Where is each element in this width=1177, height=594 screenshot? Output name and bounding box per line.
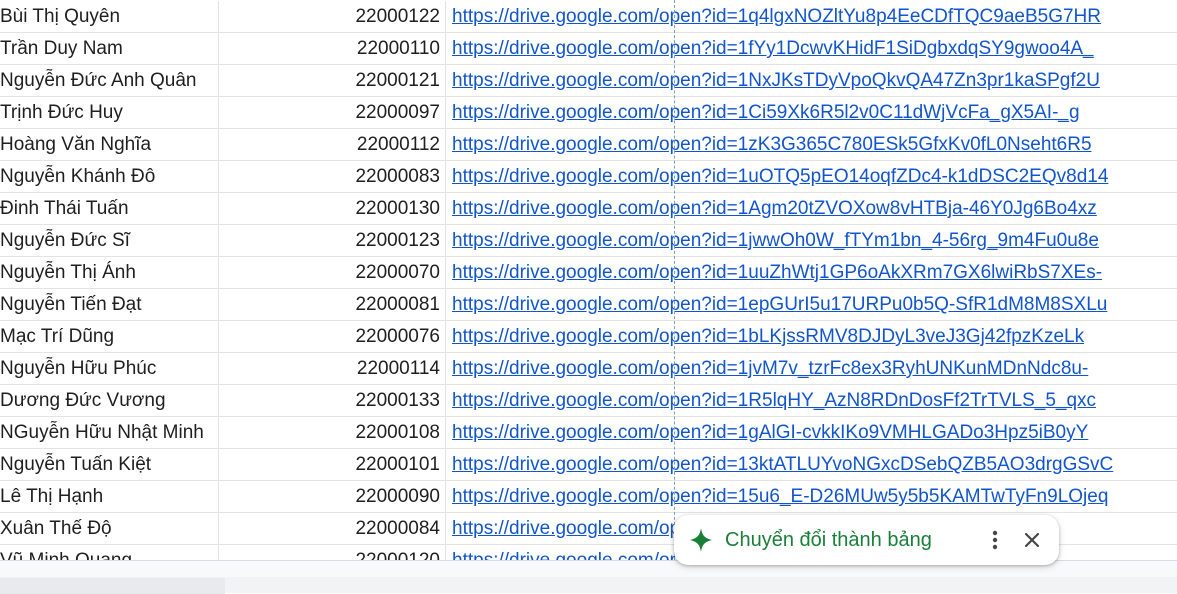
table-row: Trần Duy Nam 22000110 https://drive.google… — [0, 33, 1177, 65]
cell-student-name[interactable]: Nguyễn Đức Anh Quân — [0, 65, 219, 96]
cell-student-name[interactable]: Xuân Thế Độ — [0, 513, 219, 544]
cell-drive-link[interactable]: https://drive.google.com/open?id=13ktATL… — [446, 449, 1177, 480]
convert-to-table-chip[interactable]: Chuyển đổi thành bảng — [674, 515, 1059, 565]
table-row: NGuyễn Hữu Nhật Minh 22000108 https://driv… — [0, 417, 1177, 449]
cell-student-name[interactable]: Hoàng Văn Nghĩa — [0, 129, 219, 160]
drive-link[interactable]: https://drive.google.com/open?id=1epGUrI… — [452, 294, 1107, 315]
table-row: Lê Thị Hạnh 22000090 https://drive.google.… — [0, 481, 1177, 513]
drive-link[interactable]: https://drive.google.com/open?id=15u6_E-… — [452, 486, 1108, 507]
table-row: Nguyễn Hữu Phúc 22000114 https://drive.goo… — [0, 353, 1177, 385]
cell-drive-link[interactable]: https://drive.google.com/open?id=15u6_E-… — [446, 481, 1177, 512]
close-icon[interactable] — [1018, 526, 1046, 554]
cell-drive-link[interactable]: https://drive.google.com/open?id=1zK3G36… — [446, 129, 1177, 160]
table-row: Mạc Trí Dũng 22000076 https://drive.google… — [0, 321, 1177, 353]
table-row: Nguyễn Tuấn Kiệt 22000101 https://drive.go… — [0, 449, 1177, 481]
cell-student-name[interactable]: Mạc Trí Dũng — [0, 321, 219, 352]
drive-link[interactable]: https://drive.google.com/open?id=1fYy1Dc… — [452, 38, 1094, 59]
cell-student-id[interactable]: 22000120 — [219, 545, 446, 560]
cell-drive-link[interactable]: https://drive.google.com/open?id=1fYy1Dc… — [446, 33, 1177, 64]
cell-student-id[interactable]: 22000112 — [219, 129, 446, 160]
drive-link[interactable]: https://drive.google.com/open?id=1Ci59Xk… — [452, 102, 1080, 123]
spreadsheet-grid: Bùi Thị Quyên 22000122 https://drive.googl… — [0, 0, 1177, 560]
cell-student-id[interactable]: 22000121 — [219, 65, 446, 96]
cell-student-id[interactable]: 22000101 — [219, 449, 446, 480]
drive-link[interactable]: https://drive.google.com/open?id=1zK3G36… — [452, 134, 1092, 155]
cell-drive-link[interactable]: https://drive.google.com/open?id=1uOTQ5p… — [446, 161, 1177, 192]
cell-student-id[interactable]: 22000114 — [219, 353, 446, 384]
cell-student-name[interactable]: Trần Duy Nam — [0, 33, 219, 64]
table-row: Nguyễn Đức Sĩ 22000123 https://drive.googl… — [0, 225, 1177, 257]
cell-drive-link[interactable]: https://drive.google.com/open?id=1Agm20t… — [446, 193, 1177, 224]
cell-student-id[interactable]: 22000110 — [219, 33, 446, 64]
cell-student-name[interactable]: Nguyễn Khánh Đô — [0, 161, 219, 192]
convert-to-table-button[interactable]: Chuyển đổi thành bảng — [725, 515, 932, 565]
cell-student-id[interactable]: 22000083 — [219, 161, 446, 192]
cell-drive-link[interactable]: https://drive.google.com/open?id=1jvM7v_… — [446, 353, 1177, 384]
cell-drive-link[interactable]: https://drive.google.com/open?id=1uuZhWt… — [446, 257, 1177, 288]
sparkle-icon — [690, 528, 712, 552]
drive-link[interactable]: https://drive.google.com/open?id=1R5lqHY… — [452, 390, 1096, 411]
cell-drive-link[interactable]: https://drive.google.com/open?id=1gAlGI-… — [446, 417, 1177, 448]
cell-student-name[interactable]: Bùi Thị Quyên — [0, 1, 219, 32]
cell-student-name[interactable]: Nguyễn Tuấn Kiệt — [0, 449, 219, 480]
cell-student-id[interactable]: 22000097 — [219, 97, 446, 128]
cell-student-id[interactable]: 22000076 — [219, 321, 446, 352]
drive-link[interactable]: https://drive.google.com/open?id=1bLKjss… — [452, 326, 1084, 347]
drive-link[interactable]: https://drive.google.com/open?id=1q4lgxN… — [452, 6, 1101, 27]
cell-drive-link[interactable]: https://drive.google.com/open?id=1jwwOh0… — [446, 225, 1177, 256]
table-row: Nguyễn Thị Ánh 22000070 https://drive.goog… — [0, 257, 1177, 289]
scrollbar-thumb[interactable] — [0, 578, 225, 594]
cell-student-id[interactable]: 22000122 — [219, 1, 446, 32]
cell-student-id[interactable]: 22000081 — [219, 289, 446, 320]
drive-link[interactable]: https://drive.google.com/open?id=1gAlGI-… — [452, 422, 1088, 443]
table-row: Bùi Thị Quyên 22000122 https://drive.googl… — [0, 1, 1177, 33]
cell-drive-link[interactable]: https://drive.google.com/open?id=1Ci59Xk… — [446, 97, 1177, 128]
cell-student-id[interactable]: 22000130 — [219, 193, 446, 224]
drive-link[interactable]: https://drive.google.com/open?id=1jvM7v_… — [452, 358, 1088, 379]
drive-link[interactable]: https://drive.google.com/open?id=1uOTQ5p… — [452, 166, 1108, 187]
table-row: Đinh Thái Tuấn 22000130 https://drive.goog… — [0, 193, 1177, 225]
drive-link[interactable]: https://drive.google.com/open?id=13ktATL… — [452, 454, 1113, 475]
cell-student-id[interactable]: 22000090 — [219, 481, 446, 512]
cell-student-name[interactable]: Nguyễn Tiến Đạt — [0, 289, 219, 320]
cell-student-id[interactable]: 22000133 — [219, 385, 446, 416]
cell-student-name[interactable]: Nguyễn Hữu Phúc — [0, 353, 219, 384]
cell-drive-link[interactable]: https://drive.google.com/open?id=1NxJKsT… — [446, 65, 1177, 96]
cell-student-name[interactable]: Đinh Thái Tuấn — [0, 193, 219, 224]
cell-student-name[interactable]: Trịnh Đức Huy — [0, 97, 219, 128]
cell-student-name[interactable]: Vũ Minh Quang — [0, 545, 219, 560]
cell-student-name[interactable]: Nguyễn Thị Ánh — [0, 257, 219, 288]
cell-drive-link[interactable]: https://drive.google.com/open?id=1R5lqHY… — [446, 385, 1177, 416]
cell-student-name[interactable]: Nguyễn Đức Sĩ — [0, 225, 219, 256]
cell-drive-link[interactable]: https://drive.google.com/open?id=1q4lgxN… — [446, 1, 1177, 32]
table-row: Nguyễn Khánh Đô 22000083 https://drive.goo… — [0, 161, 1177, 193]
cell-drive-link[interactable]: https://drive.google.com/open?id=1bLKjss… — [446, 321, 1177, 352]
cell-student-name[interactable]: Dương Đức Vương — [0, 385, 219, 416]
drive-link[interactable]: https://drive.google.com/open?id=1uuZhWt… — [452, 262, 1102, 283]
table-row: Dương Đức Vương 22000133 https://drive.goo… — [0, 385, 1177, 417]
table-row: Nguyễn Tiến Đạt 22000081 https://drive.goo… — [0, 289, 1177, 321]
drive-link[interactable]: https://drive.google.com/open?id=1Agm20t… — [452, 198, 1097, 219]
table-row: Nguyễn Đức Anh Quân 22000121 https://drive… — [0, 65, 1177, 97]
table-row: Hoàng Văn Nghĩa 22000112 https://drive.goo… — [0, 129, 1177, 161]
cell-student-id[interactable]: 22000070 — [219, 257, 446, 288]
cell-student-id[interactable]: 22000084 — [219, 513, 446, 544]
cell-student-name[interactable]: NGuyễn Hữu Nhật Minh — [0, 417, 219, 448]
column-drop-indicator — [674, 0, 675, 560]
cell-student-id[interactable]: 22000108 — [219, 417, 446, 448]
cell-student-name[interactable]: Lê Thị Hạnh — [0, 481, 219, 512]
more-vert-icon[interactable] — [984, 526, 1006, 554]
table-row: Trịnh Đức Huy 22000097 https://drive.googl… — [0, 97, 1177, 129]
cell-student-id[interactable]: 22000123 — [219, 225, 446, 256]
cell-drive-link[interactable]: https://drive.google.com/open?id=1epGUrI… — [446, 289, 1177, 320]
drive-link[interactable]: https://drive.google.com/open?id=1NxJKsT… — [452, 70, 1100, 91]
drive-link[interactable]: https://drive.google.com/open?id=1jwwOh0… — [452, 230, 1099, 251]
